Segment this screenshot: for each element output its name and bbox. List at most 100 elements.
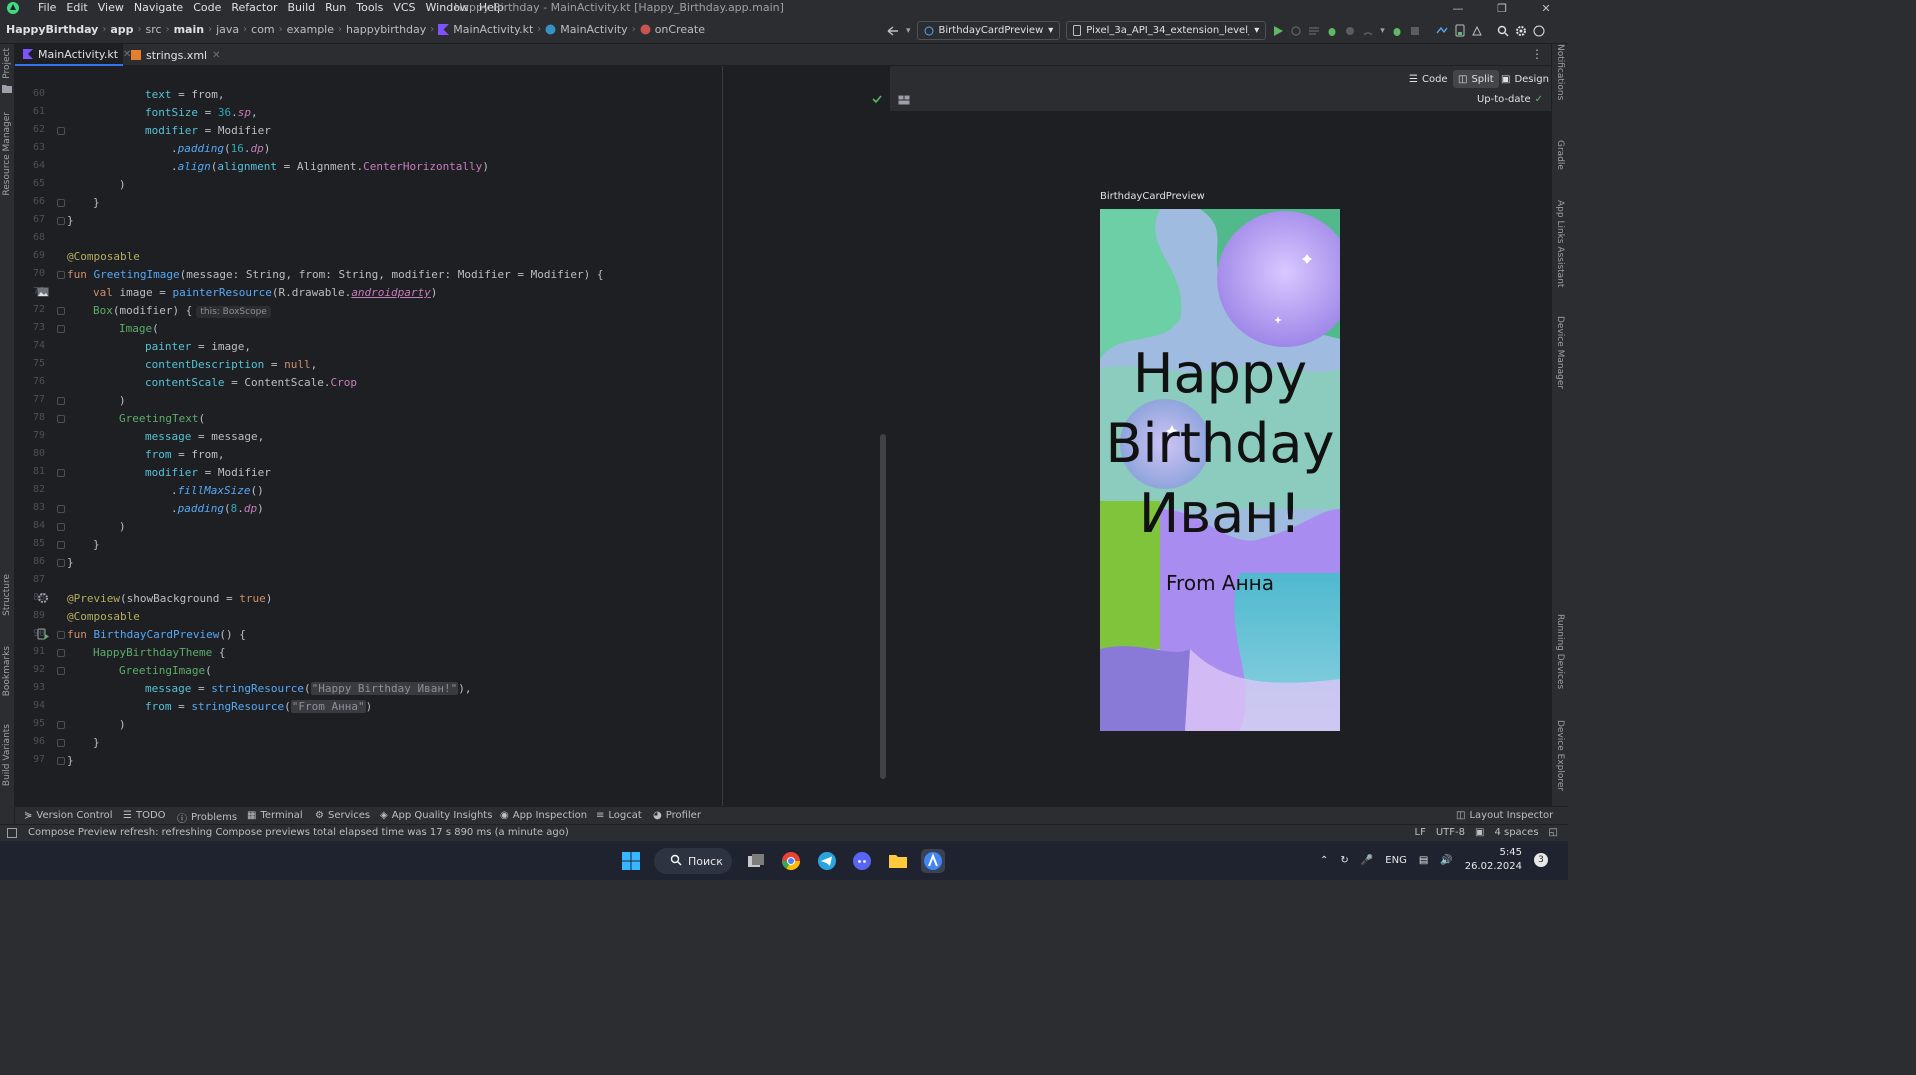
fold-marker[interactable]: [57, 631, 65, 639]
gear-icon[interactable]: [1515, 25, 1527, 37]
menu-vcs[interactable]: VCS: [388, 1, 420, 15]
minimize-button[interactable]: —: [1436, 0, 1480, 17]
fold-marker[interactable]: [57, 307, 65, 315]
sync-icon[interactable]: ↻: [1340, 855, 1348, 866]
fold-marker[interactable]: [57, 721, 65, 729]
attach-debugger-icon[interactable]: [1362, 25, 1374, 37]
breadcrumb-file[interactable]: MainActivity.kt: [453, 23, 533, 36]
preview-layout-icon[interactable]: [898, 95, 910, 105]
fold-marker[interactable]: [57, 271, 65, 279]
memory-indicator-icon[interactable]: ◱: [1549, 827, 1558, 838]
apply-changes-icon[interactable]: [1308, 25, 1320, 37]
tool-notifications[interactable]: Notifications: [1555, 44, 1565, 100]
menu-edit[interactable]: Edit: [61, 1, 92, 15]
clock[interactable]: 5:45 26.02.2024: [1465, 846, 1522, 874]
android-studio-taskbar-icon[interactable]: [921, 849, 945, 873]
file-explorer-icon[interactable]: [886, 849, 910, 873]
breadcrumb-java[interactable]: java: [216, 23, 239, 36]
menu-file[interactable]: File: [33, 1, 61, 15]
close-icon[interactable]: ✕: [212, 50, 220, 61]
taskbar-search-button[interactable]: Поиск: [654, 848, 732, 874]
tool-problems[interactable]: ⓘ Problems: [177, 810, 237, 825]
rerun-icon[interactable]: [1290, 25, 1302, 37]
search-icon[interactable]: [1497, 25, 1509, 37]
breadcrumb-method[interactable]: onCreate: [655, 23, 705, 36]
chevron-up-icon[interactable]: ⌃: [1320, 855, 1328, 866]
sync-gradle-icon[interactable]: [1435, 25, 1449, 37]
windows-start-icon[interactable]: [619, 849, 643, 873]
volume-icon[interactable]: 🔊: [1440, 855, 1452, 866]
tool-logcat[interactable]: ≡ Logcat: [596, 810, 642, 821]
debug-icon[interactable]: [1326, 25, 1338, 37]
run-icon[interactable]: [1272, 25, 1284, 37]
tool-build-variants[interactable]: Build Variants: [2, 724, 12, 786]
vcs-back-icon[interactable]: [886, 25, 900, 37]
vertical-scrollbar[interactable]: [880, 434, 886, 779]
fold-marker[interactable]: [57, 667, 65, 675]
notification-badge[interactable]: 3: [1534, 853, 1548, 867]
app-inspection-icon[interactable]: [1391, 25, 1403, 37]
no-problems-check-icon[interactable]: [872, 94, 882, 104]
preview-settings-gear-icon[interactable]: [37, 592, 49, 604]
profile-icon[interactable]: [1344, 25, 1356, 37]
language-indicator[interactable]: ENG: [1385, 855, 1407, 866]
breadcrumb-project[interactable]: HappyBirthday: [6, 23, 98, 36]
code-editor[interactable]: 60 61 62 63 64 65 66 67 68 69 70 71 72 7…: [15, 66, 890, 806]
indent-setting[interactable]: 4 spaces: [1494, 827, 1538, 838]
sdk-manager-icon[interactable]: [1471, 25, 1483, 37]
breadcrumb-src[interactable]: src: [146, 23, 162, 36]
chevron-down-icon[interactable]: ▾: [906, 26, 911, 36]
design-mode-button[interactable]: ▣ Design: [1496, 70, 1554, 88]
breadcrumb-example[interactable]: example: [287, 23, 334, 36]
fold-marker[interactable]: [57, 325, 65, 333]
file-encoding[interactable]: UTF-8: [1436, 827, 1465, 838]
network-icon[interactable]: ▤: [1419, 855, 1428, 866]
tool-project[interactable]: Project: [2, 48, 12, 79]
menu-view[interactable]: View: [93, 1, 129, 15]
restore-button[interactable]: ❐: [1480, 0, 1524, 17]
status-message[interactable]: Compose Preview refresh: refreshing Comp…: [28, 827, 569, 838]
run-config-dropdown[interactable]: BirthdayCardPreview ▾: [916, 21, 1061, 40]
event-log-icon[interactable]: [7, 828, 17, 838]
code-mode-button[interactable]: ☰ Code: [1404, 70, 1453, 88]
microphone-icon[interactable]: 🎤: [1361, 855, 1373, 866]
tool-terminal[interactable]: ▦ Terminal: [247, 810, 303, 821]
menu-refactor[interactable]: Refactor: [226, 1, 282, 15]
chrome-icon[interactable]: [779, 849, 803, 873]
fold-marker[interactable]: [57, 559, 65, 567]
tab-strings-xml[interactable]: strings.xml ✕: [123, 44, 220, 66]
menu-tools[interactable]: Tools: [351, 1, 388, 15]
tool-todo[interactable]: ☰ TODO: [123, 810, 166, 821]
fold-marker[interactable]: [57, 199, 65, 207]
code-content[interactable]: text = from, fontSize = 36.sp, modifier …: [67, 66, 727, 806]
fold-marker[interactable]: [57, 523, 65, 531]
discord-icon[interactable]: [850, 849, 874, 873]
tool-running-devices[interactable]: Running Devices: [1555, 614, 1565, 689]
fold-marker[interactable]: [57, 415, 65, 423]
tool-device-explorer[interactable]: Device Explorer: [1555, 720, 1565, 791]
tool-profiler[interactable]: ◕ Profiler: [653, 810, 701, 821]
telegram-icon[interactable]: [815, 849, 839, 873]
stop-icon[interactable]: [1409, 25, 1421, 37]
tool-bookmarks[interactable]: Bookmarks: [2, 646, 12, 696]
fold-marker[interactable]: [57, 757, 65, 765]
menu-navigate[interactable]: Navigate: [129, 1, 188, 15]
chevron-down-icon[interactable]: ▾: [1380, 26, 1385, 36]
fold-marker[interactable]: [57, 505, 65, 513]
fold-marker[interactable]: [57, 397, 65, 405]
fold-marker[interactable]: [57, 127, 65, 135]
menu-code[interactable]: Code: [188, 1, 226, 15]
tool-services[interactable]: ⚙ Services: [315, 810, 370, 821]
task-view-icon[interactable]: [744, 849, 768, 873]
fold-marker[interactable]: [57, 469, 65, 477]
folder-icon[interactable]: [2, 84, 12, 93]
menu-run[interactable]: Run: [320, 1, 351, 15]
breadcrumb-package[interactable]: happybirthday: [346, 23, 426, 36]
tool-device-manager[interactable]: Device Manager: [1555, 316, 1565, 389]
tool-layout-inspector[interactable]: ◫ Layout Inspector: [1456, 810, 1553, 821]
lock-icon[interactable]: ▣: [1475, 827, 1484, 838]
line-separator[interactable]: LF: [1415, 827, 1426, 838]
tool-structure[interactable]: Structure: [2, 574, 12, 616]
fold-marker[interactable]: [57, 739, 65, 747]
more-options-icon[interactable]: ⋮: [1531, 47, 1543, 61]
